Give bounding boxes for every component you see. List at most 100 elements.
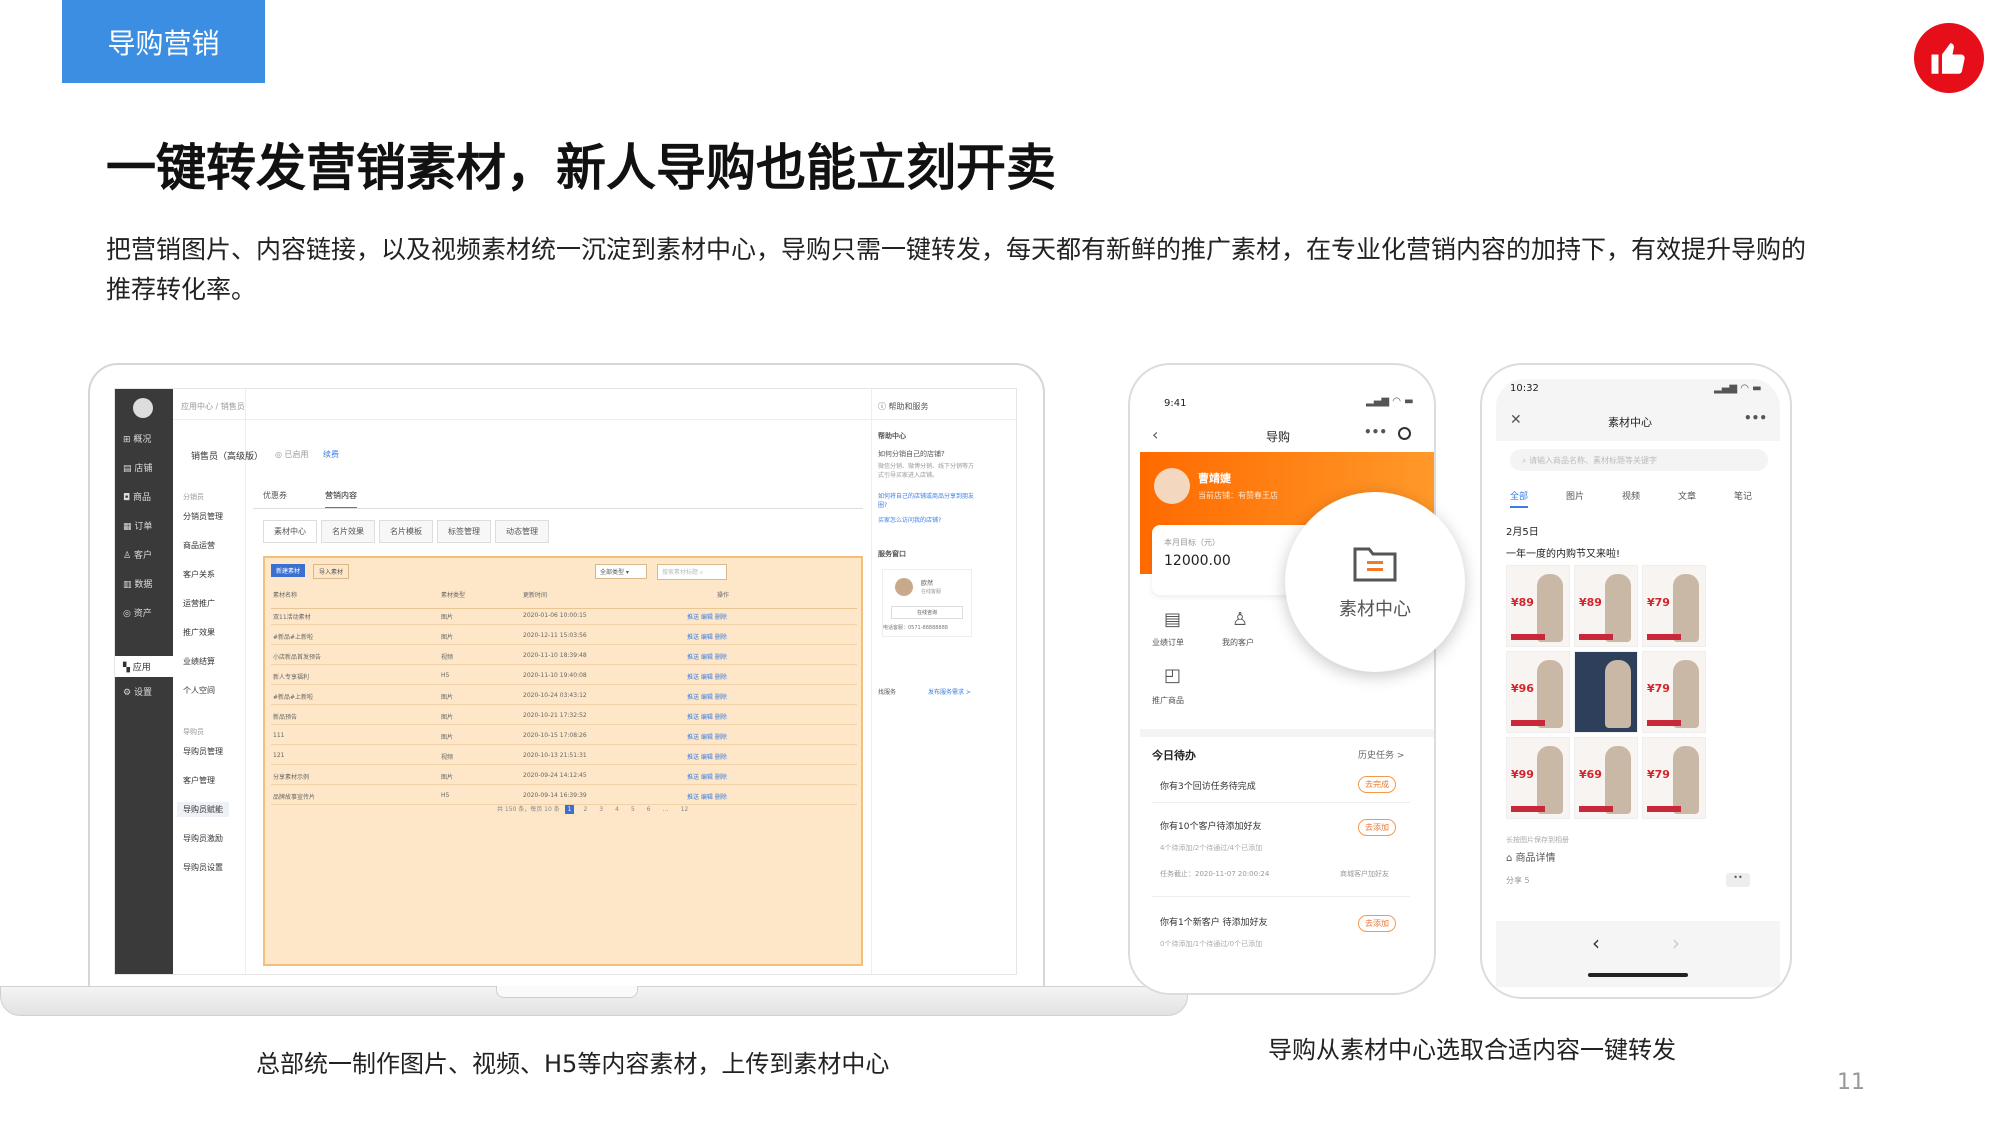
submenu-item[interactable]: 分销员管理 [183, 511, 223, 522]
submenu-item-active[interactable]: 导购员赋能 [177, 802, 229, 817]
product-detail-link[interactable]: ⌂ 商品详情 [1506, 849, 1556, 864]
sidebar-item-data[interactable]: ▥ 数据 [123, 577, 152, 590]
submenu-item[interactable]: 个人空间 [183, 685, 215, 696]
row-actions[interactable]: 推送 编辑 删除 [687, 632, 727, 641]
sub-tab-card-effect[interactable]: 名片效果 [321, 520, 375, 543]
table-row[interactable]: 新品预告 图片 2020-10-21 17:32:52 推送 编辑 删除 [271, 705, 857, 725]
sidebar-item-store[interactable]: ▤ 店铺 [123, 461, 152, 474]
row-actions[interactable]: 推送 编辑 删除 [687, 612, 727, 621]
submenu-item[interactable]: 推广效果 [183, 627, 215, 638]
row-actions[interactable]: 推送 编辑 删除 [687, 692, 727, 701]
product-image[interactable]: ¥79 [1642, 737, 1706, 819]
page-button[interactable]: 2 [580, 805, 590, 814]
type-filter-select[interactable]: 全部类型 ▾ [595, 564, 647, 579]
back-icon[interactable]: ‹ [1152, 425, 1158, 444]
table-row[interactable]: 小店新品首发预告 视频 2020-11-10 18:39:48 推送 编辑 删除 [271, 645, 857, 665]
table-row[interactable]: 分享素材示例 图片 2020-09-24 14:12:45 推送 编辑 删除 [271, 765, 857, 785]
entry-label[interactable]: 推广商品 [1152, 695, 1184, 706]
bag-icon[interactable]: ◰ [1164, 665, 1181, 686]
entry-label[interactable]: 我的客户 [1222, 637, 1254, 648]
online-consult-button[interactable]: 在线咨询 [891, 606, 963, 619]
sidebar-item-customers[interactable]: ♙ 客户 [123, 548, 152, 561]
submenu-item[interactable]: 客户管理 [183, 775, 215, 786]
submenu-item[interactable]: 运营推广 [183, 598, 215, 609]
table-row[interactable]: 双11活动素材 图片 2020-01-06 10:00:15 推送 编辑 删除 [271, 605, 857, 625]
page-button[interactable]: 1 [564, 805, 575, 814]
product-image[interactable]: ¥89 [1506, 565, 1570, 647]
row-actions[interactable]: 推送 编辑 删除 [687, 712, 727, 721]
table-row[interactable]: 品牌故事宣传片 H5 2020-09-14 16:39:39 推送 编辑 删除 [271, 785, 857, 805]
help-link[interactable]: ⓘ 帮助和服务 [878, 401, 929, 412]
help-question-link[interactable]: 如何将自己的店铺或商品分享到朋友圈? [878, 492, 982, 510]
product-image[interactable] [1574, 651, 1638, 733]
shop-avatar[interactable] [133, 398, 153, 418]
table-row[interactable]: 新人专享福利 H5 2020-11-10 19:40:08 推送 编辑 删除 [271, 665, 857, 685]
history-tasks-link[interactable]: 历史任务 > [1358, 748, 1404, 761]
tab-notes[interactable]: 笔记 [1734, 489, 1752, 502]
row-actions[interactable]: 推送 编辑 删除 [687, 652, 727, 661]
material-search-input[interactable]: ⌕ 请输入商品名称、素材标题等关键字 [1510, 449, 1768, 471]
tab-images[interactable]: 图片 [1566, 489, 1584, 502]
page-button[interactable]: 5 [628, 805, 638, 814]
submenu-item[interactable]: 导购员管理 [183, 746, 223, 757]
material-center-bubble[interactable]: 素材中心 [1285, 492, 1465, 672]
sidebar-item-goods[interactable]: ◘ 商品 [123, 490, 151, 503]
sub-tab-material-center[interactable]: 素材中心 [263, 520, 317, 543]
product-image[interactable]: ¥69 [1574, 737, 1638, 819]
submenu-item[interactable]: 导购员激励 [183, 833, 223, 844]
post-request-link[interactable]: 发布服务需求 > [928, 687, 971, 696]
sidebar-item-overview[interactable]: ⊞ 概况 [123, 432, 151, 445]
renew-link[interactable]: 续费 [323, 449, 339, 460]
task-complete-button[interactable]: 去完成 [1358, 776, 1396, 793]
sub-tab-tags[interactable]: 标签管理 [437, 520, 491, 543]
table-row[interactable]: #新品#上新啦 图片 2020-10-24 03:43:12 推送 编辑 删除 [271, 685, 857, 705]
sub-tab-dynamics[interactable]: 动态管理 [495, 520, 549, 543]
submenu-item[interactable]: 商品运营 [183, 540, 215, 551]
tab-all[interactable]: 全部 [1510, 489, 1529, 508]
more-icon[interactable]: ••• [1364, 425, 1387, 439]
material-search-input[interactable]: 搜索素材标题 ⌕ [657, 564, 727, 580]
row-actions[interactable]: 推送 编辑 删除 [687, 732, 727, 741]
page-button[interactable]: 3 [596, 805, 606, 814]
row-actions[interactable]: 推送 编辑 删除 [687, 752, 727, 761]
sidebar-item-settings[interactable]: ⚙ 设置 [123, 685, 152, 698]
table-row[interactable]: 111 图片 2020-10-15 17:08:26 推送 编辑 删除 [271, 725, 857, 745]
table-row[interactable]: #新品#上新啦 图片 2020-12-11 15:03:56 推送 编辑 删除 [271, 625, 857, 645]
help-question-link[interactable]: 买家怎么访问我的店铺? [878, 515, 941, 524]
product-image[interactable]: ¥89 [1574, 565, 1638, 647]
customer-icon[interactable]: ♙ [1232, 609, 1248, 630]
import-material-button[interactable]: 导入素材 [313, 564, 350, 579]
submenu-item[interactable]: 客户关系 [183, 569, 215, 580]
table-row[interactable]: 121 视频 2020-10-13 21:51:31 推送 编辑 删除 [271, 745, 857, 765]
sidebar-item-orders[interactable]: ▦ 订单 [123, 519, 152, 532]
close-icon[interactable]: ✕ [1510, 412, 1522, 428]
row-actions[interactable]: 推送 编辑 删除 [687, 792, 727, 801]
tab-marketing-content[interactable]: 营销内容 [325, 490, 357, 509]
page-button[interactable]: … [660, 805, 672, 814]
page-button[interactable]: 12 [678, 805, 692, 814]
tab-coupon[interactable]: 优惠券 [263, 490, 287, 501]
product-image[interactable]: ¥79 [1642, 565, 1706, 647]
help-question[interactable]: 如何分销自己的店铺? [878, 449, 945, 459]
tab-articles[interactable]: 文章 [1678, 489, 1696, 502]
nav-back-icon[interactable]: ‹ [1592, 931, 1600, 955]
tab-videos[interactable]: 视频 [1622, 489, 1640, 502]
more-icon[interactable]: ••• [1744, 411, 1767, 425]
product-image[interactable]: ¥96 [1506, 651, 1570, 733]
product-image[interactable]: ¥99 [1506, 737, 1570, 819]
sub-tab-card-template[interactable]: 名片模板 [379, 520, 433, 543]
product-image[interactable]: ¥79 [1642, 651, 1706, 733]
nav-forward-icon[interactable]: › [1672, 931, 1680, 955]
task-add-button[interactable]: 去添加 [1358, 819, 1396, 836]
task-add-button[interactable]: 去添加 [1358, 915, 1396, 932]
entry-label[interactable]: 业绩订单 [1152, 637, 1184, 648]
submenu-item[interactable]: 导购员设置 [183, 862, 223, 873]
page-button[interactable]: 6 [644, 805, 654, 814]
row-actions[interactable]: 推送 编辑 删除 [687, 672, 727, 681]
row-actions[interactable]: 推送 编辑 删除 [687, 772, 727, 781]
order-icon[interactable]: ▤ [1164, 609, 1181, 630]
sidebar-item-apps[interactable]: ▚ 应用 [115, 656, 173, 677]
more-button[interactable]: •• [1726, 873, 1750, 887]
new-material-button[interactable]: 新建素材 [271, 564, 306, 577]
sidebar-item-assets[interactable]: ◎ 资产 [123, 606, 152, 619]
